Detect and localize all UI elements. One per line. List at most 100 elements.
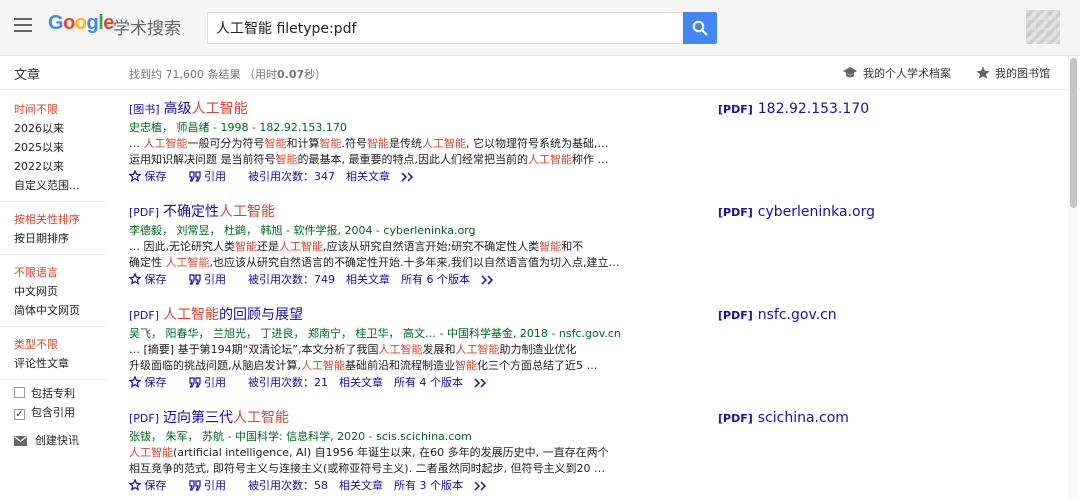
star-icon [976, 66, 990, 79]
scholar-title[interactable]: 学术搜索 [113, 14, 181, 39]
result-authors: 张钹， 朱军， 苏航 - 中国科学: 信息科学, 2020 - scis.sci… [129, 430, 472, 443]
pdf-domain: scichina.com [757, 410, 849, 426]
more-chevron-icon [474, 378, 487, 388]
cited-by-link[interactable]: 被引用次数：347 [248, 170, 335, 183]
menu-icon[interactable] [14, 18, 32, 32]
result-stats: 找到约 71,600 条结果 （用时0.07秒） [129, 68, 327, 81]
time-custom-range[interactable]: 自定义范围... [14, 176, 108, 195]
result-snippet-line: 人工智能(artificial intelligence, AI) 自1956 … [129, 446, 609, 459]
sort-relevance[interactable]: 按相关性排序 [14, 210, 108, 229]
search-input[interactable] [207, 12, 683, 44]
result-snippet-line: … 因此,无论研究人类智能还是人工智能,应该从研究自然语言开始;研究不确定性人类… [129, 240, 584, 253]
cite-button[interactable]: 引用 [188, 273, 238, 286]
pdf-download-link[interactable]: [PDF] nsfc.gov.cn [718, 307, 837, 323]
section-title: 文章 [14, 68, 41, 83]
create-alert-link[interactable]: 创建快讯 [0, 432, 120, 448]
result-title-link[interactable]: [PDF] 迈向第三代人工智能 [129, 409, 709, 428]
google-logo[interactable]: Google [48, 12, 114, 35]
quote-icon [188, 377, 201, 388]
pdf-tag: [PDF] [718, 206, 753, 219]
result-type-tag: [PDF] [129, 412, 160, 425]
more-chevron-icon [481, 275, 494, 285]
result-authors: 史忠植， 师昌绪 - 1998 - 182.92.153.170 [129, 121, 347, 134]
all-versions-link[interactable]: 所有 3 个版本 [394, 479, 463, 492]
pdf-domain: 182.92.153.170 [757, 101, 870, 117]
time-since-2022[interactable]: 2022以来 [14, 157, 108, 176]
save-button[interactable]: 保存 [128, 375, 178, 389]
sort-date[interactable]: 按日期排序 [14, 229, 108, 248]
my-library-link[interactable]: 我的图书馆 [976, 65, 1050, 81]
more-chevron-icon [401, 172, 414, 182]
related-articles-link[interactable]: 相关文章 [346, 273, 390, 286]
result-title-link[interactable]: [PDF] 人工智能的回顾与展望 [129, 306, 709, 325]
cited-by-link[interactable]: 被引用次数：21 [248, 376, 328, 389]
cited-by-link[interactable]: 被引用次数：749 [248, 273, 335, 286]
filter-sidebar: 时间不限 2026以来 2025以来 2022以来 自定义范围... 按相关性排… [0, 96, 120, 448]
result-type-tag: [PDF] [129, 309, 160, 322]
scrollbar-thumb[interactable] [1070, 58, 1077, 208]
more-options-button[interactable] [401, 170, 415, 183]
envelope-icon [14, 436, 27, 446]
include-patents-checkbox[interactable]: 包括专利 [0, 384, 120, 403]
more-options-button[interactable] [474, 376, 488, 389]
result-actions: 保存 引用 被引用次数：58 相关文章 所有 3 个版本 [128, 477, 709, 495]
time-since-2025[interactable]: 2025以来 [14, 138, 108, 157]
pdf-download-link[interactable]: [PDF] cyberleninka.org [718, 204, 875, 220]
top-bar: Google 学术搜索 [0, 0, 1080, 56]
type-review[interactable]: 评论性文章 [14, 354, 108, 373]
checkbox-box [14, 387, 25, 398]
graduation-cap-icon [843, 67, 857, 78]
quote-icon [188, 171, 201, 182]
result-actions: 保存 引用 被引用次数：347 相关文章 [128, 168, 709, 186]
pdf-tag: [PDF] [718, 412, 753, 425]
save-button[interactable]: 保存 [128, 272, 178, 286]
time-since-2026[interactable]: 2026以来 [14, 119, 108, 138]
pdf-download-link[interactable]: [PDF] scichina.com [718, 410, 849, 426]
result-snippet-line: 运用知识解决问题 是当前符号智能的最基本, 最重要的特点,因此人们经常把当前的人… [129, 153, 609, 166]
save-button[interactable]: 保存 [128, 169, 178, 183]
lang-simplified-chinese[interactable]: 简体中文网页 [14, 301, 108, 320]
pdf-domain: nsfc.gov.cn [757, 307, 837, 323]
language-filter: 不限语言 中文网页 简体中文网页 [0, 259, 108, 327]
result-title-link[interactable]: [PDF] 不确定性人工智能 [129, 203, 709, 222]
more-options-button[interactable] [481, 273, 495, 286]
result-authors: 吴飞， 阳春华， 兰旭光， 丁进良， 郑南宁， 桂卫华， 高文… - 中国科学基… [129, 327, 621, 340]
lang-any[interactable]: 不限语言 [14, 263, 108, 282]
related-articles-link[interactable]: 相关文章 [339, 479, 383, 492]
more-chevron-icon [474, 481, 487, 491]
sort-filter: 按相关性排序 按日期排序 [0, 206, 108, 255]
type-filter: 类型不限 评论性文章 [0, 331, 108, 380]
type-any[interactable]: 类型不限 [14, 335, 108, 354]
cite-button[interactable]: 引用 [188, 376, 238, 389]
save-button[interactable]: 保存 [128, 478, 178, 492]
pdf-domain: cyberleninka.org [757, 204, 875, 220]
pdf-tag: [PDF] [718, 309, 753, 322]
lang-chinese[interactable]: 中文网页 [14, 282, 108, 301]
result-snippet-line: … [摘要] 基于第194期“双清论坛”,本文分析了我国人工智能发展和人工智能助… [129, 343, 577, 356]
avatar[interactable] [1026, 10, 1060, 44]
pdf-download-link[interactable]: [PDF] 182.92.153.170 [718, 101, 869, 117]
related-articles-link[interactable]: 相关文章 [339, 376, 383, 389]
quote-icon [188, 480, 201, 491]
time-filter: 时间不限 2026以来 2025以来 2022以来 自定义范围... [0, 96, 108, 202]
result-item: [PDF] 不确定性人工智能 李德毅， 刘常昱， 杜鹢， 韩旭 - 软件学报, 20… [128, 203, 709, 289]
cited-by-link[interactable]: 被引用次数：58 [248, 479, 328, 492]
scrollbar[interactable] [1068, 56, 1078, 499]
related-articles-link[interactable]: 相关文章 [346, 170, 390, 183]
time-any[interactable]: 时间不限 [14, 100, 108, 119]
result-type-tag: [PDF] [129, 206, 160, 219]
search-icon [692, 20, 708, 36]
cite-button[interactable]: 引用 [188, 170, 238, 183]
star-outline-icon [128, 375, 142, 388]
include-citations-checkbox[interactable]: ✓ 包含引用 [0, 403, 120, 422]
result-title-link[interactable]: [图书] 高级人工智能 [129, 100, 709, 119]
quote-icon [188, 274, 201, 285]
result-item: [PDF] 人工智能的回顾与展望吴飞， 阳春华， 兰旭光， 丁进良， 郑南宁， 桂… [128, 306, 709, 392]
search-button[interactable] [683, 12, 717, 44]
my-profile-link[interactable]: 我的个人学术档案 [842, 65, 951, 81]
all-versions-link[interactable]: 所有 6 个版本 [401, 273, 470, 286]
all-versions-link[interactable]: 所有 4 个版本 [394, 376, 463, 389]
star-outline-icon [128, 272, 142, 285]
more-options-button[interactable] [474, 479, 488, 492]
cite-button[interactable]: 引用 [188, 479, 238, 492]
